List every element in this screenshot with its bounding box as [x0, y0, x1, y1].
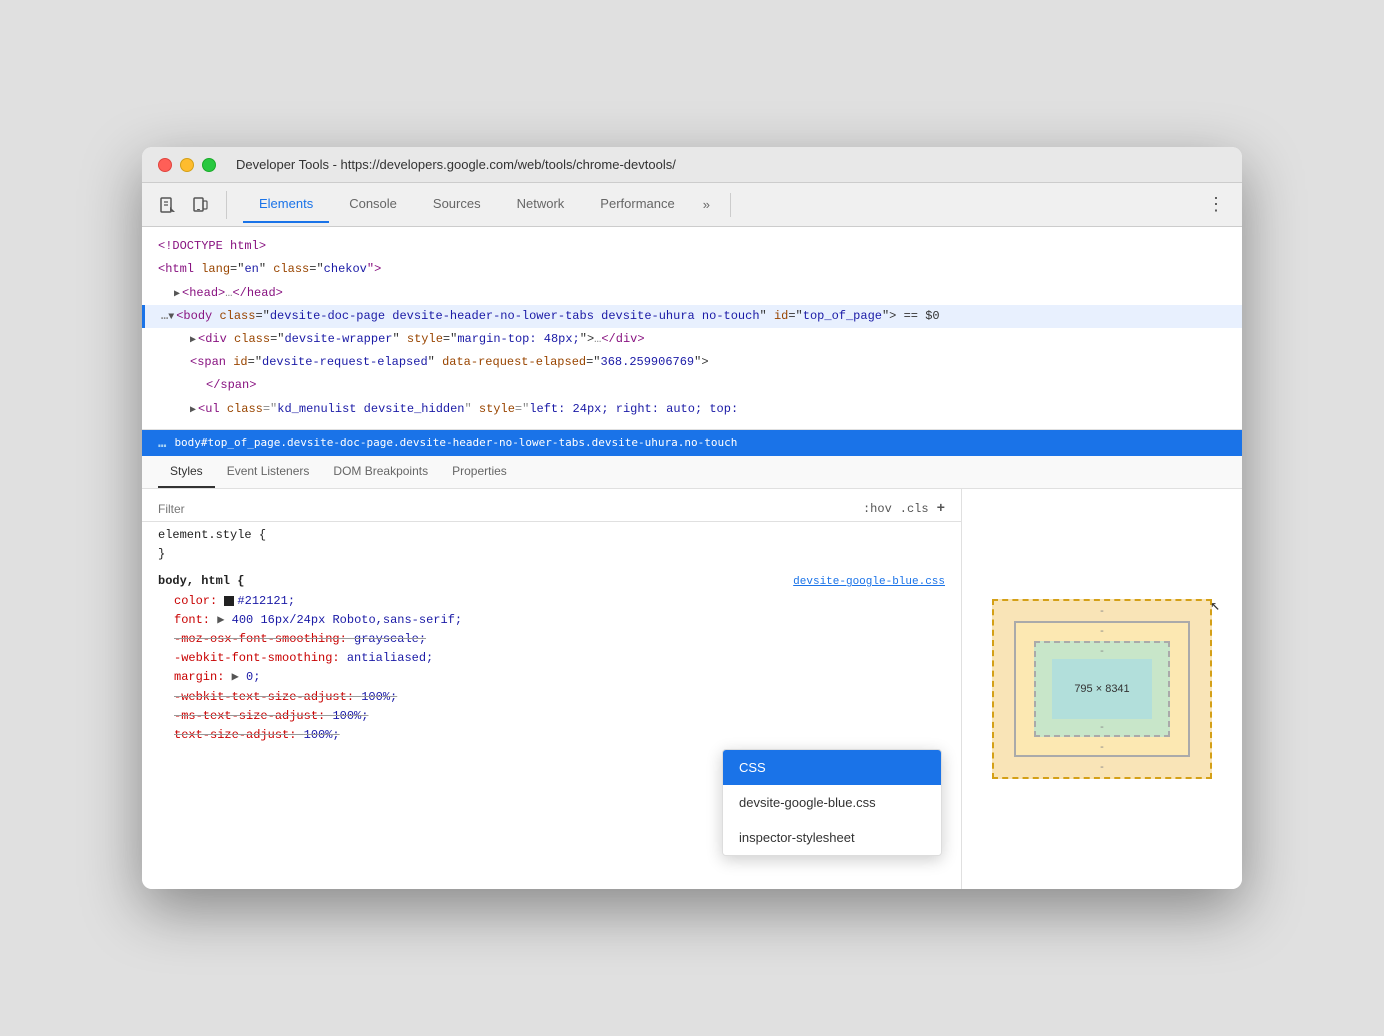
dom-line-span-close[interactable]: </span>: [142, 374, 1242, 397]
margin-bottom-dash: -: [1100, 761, 1104, 773]
styles-tab-dom-breakpoints[interactable]: DOM Breakpoints: [321, 456, 440, 488]
dom-line-body[interactable]: …▼<body class="devsite-doc-page devsite-…: [142, 305, 1242, 328]
devtools-window: Developer Tools - https://developers.goo…: [142, 147, 1242, 889]
prop-webkit-smoothing: -webkit-font-smoothing: antialiased;: [174, 649, 945, 668]
tab-sources[interactable]: Sources: [417, 186, 497, 223]
css-dropdown: CSS devsite-google-blue.css inspector-st…: [722, 749, 942, 856]
style-source-link[interactable]: devsite-google-blue.css: [793, 574, 945, 592]
prop-moz-smoothing: -moz-osx-font-smoothing: grayscale;: [174, 630, 945, 649]
styles-tab-styles[interactable]: Styles: [158, 456, 215, 488]
dom-line-head[interactable]: ▶<head>…</head>: [142, 282, 1242, 305]
dropdown-item-inspector[interactable]: inspector-stylesheet: [723, 820, 941, 855]
styles-tabs: Styles Event Listeners DOM Breakpoints P…: [142, 456, 1242, 489]
padding-bottom-dash: -: [1100, 721, 1104, 733]
title-bar: Developer Tools - https://developers.goo…: [142, 147, 1242, 183]
prop-ms-text-adjust: -ms-text-size-adjust: 100%;: [174, 707, 945, 726]
tab-elements[interactable]: Elements: [243, 186, 329, 223]
element-style-close: }: [158, 545, 945, 564]
dom-line-ul[interactable]: ▶<ul class="kd_menulist devsite_hidden" …: [142, 398, 1242, 421]
prop-margin: margin: ▶ 0;: [174, 668, 945, 687]
styles-left: :hov .cls + element.style { } body, html…: [142, 489, 962, 889]
filter-input[interactable]: [158, 502, 855, 516]
box-model-panel: 795 × 8341 - - - - - -: [962, 489, 1242, 889]
inspect-icon[interactable]: [154, 191, 182, 219]
color-swatch: [224, 596, 234, 606]
padding-top-dash: -: [1100, 645, 1104, 657]
device-toggle-icon[interactable]: [186, 191, 214, 219]
tab-network[interactable]: Network: [501, 186, 581, 223]
cursor-indicator: ↖: [1210, 595, 1220, 615]
margin-top-dash: -: [1100, 605, 1104, 617]
window-title: Developer Tools - https://developers.goo…: [236, 157, 676, 172]
styles-tab-properties[interactable]: Properties: [440, 456, 519, 488]
prop-color: color: #212121;: [174, 592, 945, 611]
menu-button[interactable]: ⋮: [1202, 191, 1230, 219]
dropdown-item-devsite[interactable]: devsite-google-blue.css: [723, 785, 941, 820]
dom-line-html[interactable]: <html lang="en" class="chekov">: [142, 258, 1242, 281]
tab-console[interactable]: Console: [333, 186, 413, 223]
add-style-btn[interactable]: +: [937, 501, 945, 517]
dom-panel: <!DOCTYPE html> <html lang="en" class="c…: [142, 227, 1242, 430]
body-html-selector: body, html {: [158, 572, 244, 591]
cls-btn[interactable]: .cls: [900, 502, 929, 516]
content-layer: 795 × 8341: [1052, 659, 1152, 719]
breadcrumb-text[interactable]: body#top_of_page.devsite-doc-page.devsit…: [174, 436, 737, 449]
breadcrumb-bar: … body#top_of_page.devsite-doc-page.devs…: [142, 430, 1242, 456]
dropdown-item-css[interactable]: CSS: [723, 750, 941, 785]
padding-layer: 795 × 8341 - -: [1034, 641, 1170, 737]
border-bottom-dash: -: [1100, 741, 1104, 753]
prop-font: font: ▶ 400 16px/24px Roboto,sans-serif;: [174, 611, 945, 630]
prop-text-adjust: text-size-adjust: 100%;: [174, 726, 945, 745]
dom-line-doctype[interactable]: <!DOCTYPE html>: [142, 235, 1242, 258]
dom-line-div-wrapper[interactable]: ▶<div class="devsite-wrapper" style="mar…: [142, 328, 1242, 351]
styles-tab-event-listeners[interactable]: Event Listeners: [215, 456, 322, 488]
prop-webkit-text-adjust: -webkit-text-size-adjust: 100%;: [174, 688, 945, 707]
minimize-button[interactable]: [180, 158, 194, 172]
main-content: <!DOCTYPE html> <html lang="en" class="c…: [142, 227, 1242, 889]
element-style-selector: element.style {: [158, 526, 945, 545]
border-layer: 795 × 8341 - - - -: [1014, 621, 1190, 757]
toolbar: Elements Console Sources Network Perform…: [142, 183, 1242, 227]
traffic-lights: [158, 158, 216, 172]
margin-layer: 795 × 8341 - - - - - -: [992, 599, 1212, 779]
toolbar-separator: [730, 193, 731, 217]
element-style-block: element.style { }: [142, 522, 961, 568]
box-dimensions: 795 × 8341: [1074, 683, 1129, 695]
tab-more[interactable]: »: [695, 187, 718, 222]
toolbar-icons: [154, 191, 227, 219]
close-button[interactable]: [158, 158, 172, 172]
border-top-dash: -: [1100, 625, 1104, 637]
styles-panel: :hov .cls + element.style { } body, html…: [142, 489, 1242, 889]
maximize-button[interactable]: [202, 158, 216, 172]
filter-bar: :hov .cls +: [142, 497, 961, 522]
hov-btn[interactable]: :hov: [863, 502, 892, 516]
dom-line-span-elapsed[interactable]: <span id="devsite-request-elapsed" data-…: [142, 351, 1242, 374]
tab-performance[interactable]: Performance: [584, 186, 690, 223]
body-html-style-block: body, html { devsite-google-blue.css col…: [142, 568, 961, 749]
